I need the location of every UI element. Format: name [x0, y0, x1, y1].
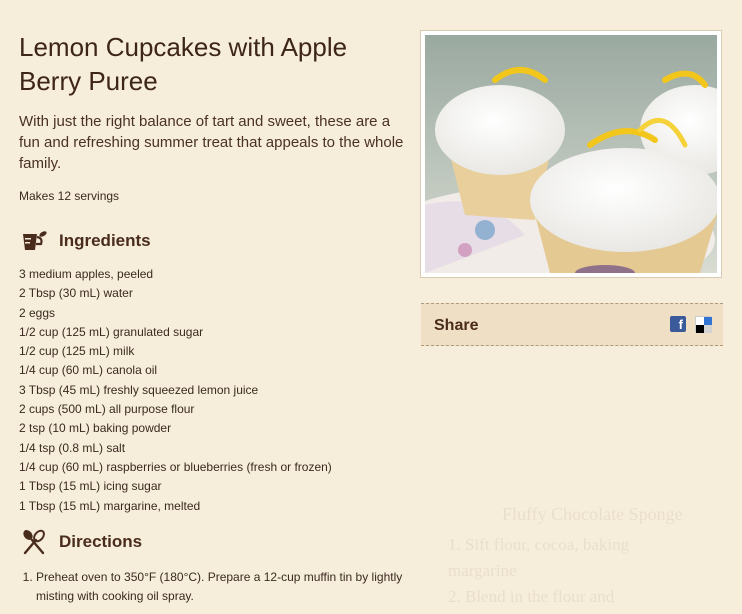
delicious-icon[interactable] [695, 316, 712, 333]
list-item: 2 tsp (10 mL) baking powder [19, 421, 172, 436]
list-item: 3 Tbsp (45 mL) freshly squeezed lemon ju… [19, 382, 259, 397]
background-card-line: 2. Blend in the flour and [448, 587, 615, 606]
share-icons: f [670, 316, 712, 333]
share-panel: Share f [421, 303, 723, 346]
list-item: 2 Tbsp (30 mL) water [19, 286, 133, 301]
list-item: 1 Tbsp (15 mL) icing sugar [19, 479, 162, 494]
list-item: 1/4 tsp (0.8 mL) salt [19, 440, 126, 455]
directions-heading-label: Directions [59, 531, 143, 551]
recipe-title: Lemon Cupcakes with Apple Berry Puree [19, 32, 348, 96]
list-item: Preheat oven to 350°F (180°C). Prepare a… [36, 568, 411, 606]
directions-list: Preheat oven to 350°F (180°C). Prepare a… [19, 568, 411, 606]
servings-text: Makes 12 servings [19, 189, 120, 203]
share-label: Share [434, 317, 479, 334]
recipe-photo [420, 30, 722, 278]
ingredients-heading: Ingredients [19, 227, 411, 255]
recipe-content: Lemon Cupcakes with Apple Berry Puree Wi… [19, 30, 411, 606]
facebook-icon[interactable]: f [670, 316, 686, 332]
background-card-line: 1. Sift flour, cocoa, baking [448, 535, 630, 554]
measuring-cup-icon [19, 227, 49, 255]
cupcakes-image [425, 35, 717, 273]
background-card-line: margarine [448, 561, 517, 580]
background-card-title: Fluffy Chocolate Sponge [502, 504, 683, 524]
list-item: 3 medium apples, peeled [19, 267, 154, 281]
background-recipe-card: Fluffy Chocolate Sponge 1. Sift flour, c… [440, 460, 740, 614]
directions-heading: Directions [19, 528, 411, 556]
recipe-intro: With just the right balance of tart and … [19, 113, 404, 172]
list-item: 1 Tbsp (15 mL) margarine, melted [19, 498, 201, 513]
list-item: 2 cups (500 mL) all purpose flour [19, 402, 195, 417]
list-item: 1/2 cup (125 mL) milk [19, 344, 135, 359]
list-item: 1/4 cup (60 mL) canola oil [19, 363, 158, 378]
ingredients-list: 3 medium apples, peeled 2 Tbsp (30 mL) w… [19, 265, 411, 516]
whisk-spatula-icon [19, 528, 49, 556]
list-item: 1/4 cup (60 mL) raspberries or blueberri… [19, 459, 332, 474]
ingredients-heading-label: Ingredients [59, 231, 151, 250]
list-item: 2 eggs [19, 305, 56, 320]
list-item: 1/2 cup (125 mL) granulated sugar [19, 324, 204, 339]
